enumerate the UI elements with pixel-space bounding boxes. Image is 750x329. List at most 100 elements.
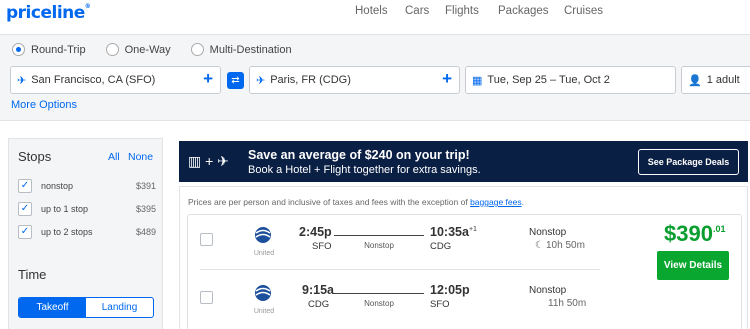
top-nav: priceline® Hotels Cars Flights Packages … [0,0,750,35]
tab-takeoff[interactable]: Takeoff [19,298,86,317]
time-title: Time [18,267,47,282]
arrive-airport: CDG [430,241,452,252]
search-panel: Round-Trip One-Way Multi-Destination ✈ S… [0,35,750,121]
time-toggle: Takeoff Landing [18,297,154,318]
select-leg-checkbox[interactable] [200,233,213,246]
stop-label: up to 2 stops [41,227,93,237]
depart-time: 2:45p [299,225,332,239]
swap-locations-button[interactable]: ⇄ [227,72,244,89]
radio-selected-icon[interactable] [12,43,25,56]
outbound-leg: United 2:45p SFO Nonstop 10:35a+1 CDG No… [188,215,603,269]
next-day-indicator: +1 [468,225,477,233]
trip-type-label: Multi-Destination [209,43,292,56]
checkbox-checked-icon[interactable]: ✓ [18,225,32,239]
add-destination-icon[interactable]: + [442,70,452,88]
flight-duration: 11h 50m [548,298,587,309]
nav-packages[interactable]: Packages [498,5,549,17]
arrive-airport: SFO [430,299,450,310]
add-origin-icon[interactable]: + [203,70,213,88]
origin-field[interactable]: ✈ San Francisco, CA (SFO) + [10,66,221,94]
person-icon: 👤 [688,74,702,87]
see-package-deals-button[interactable]: See Package Deals [638,149,739,175]
dates-value: Tue, Sep 25 – Tue, Oct 2 [487,74,610,86]
select-leg-checkbox[interactable] [200,291,213,304]
leg-divider [200,269,600,270]
trip-type-label: One-Way [124,43,171,56]
filter-panel: Stops All None ✓ nonstop $391 ✓ up to 1 … [8,138,163,329]
depart-airport: CDG [308,299,330,310]
stop-filter-1-stop[interactable]: ✓ up to 1 stop $395 [18,201,156,219]
trip-type-options: Round-Trip One-Way Multi-Destination [12,43,312,56]
price-note-period: . [521,197,524,207]
destination-value: Paris, FR (CDG) [270,74,351,86]
dates-field[interactable]: ▦ Tue, Sep 25 – Tue, Oct 2 [465,66,676,94]
more-options-link[interactable]: More Options [11,99,77,111]
trip-type-one-way[interactable]: One-Way [105,43,171,56]
airline-name: United [253,250,275,257]
nav-cruises[interactable]: Cruises [564,5,603,17]
baggage-fees-link[interactable]: baggage fees [470,197,522,207]
radio-icon[interactable] [190,43,204,56]
stop-price: $489 [135,227,156,237]
swap-icon: ⇄ [231,75,240,86]
price-note: Prices are per person and inclusive of t… [188,197,524,207]
stops-summary: Nonstop [529,227,567,238]
plane-takeoff-icon: ✈ [17,74,27,87]
stop-filter-2-stops[interactable]: ✓ up to 2 stops $489 [18,224,156,242]
stops-none-link[interactable]: None [128,151,153,163]
priceline-logo[interactable]: priceline® [6,3,91,23]
price-cents: .01 [712,224,726,234]
arrive-time: 10:35a+1 [430,225,477,239]
radio-icon[interactable] [105,43,119,56]
price-dollars: $390 [664,221,713,246]
united-logo-icon [255,227,271,243]
plane-landing-icon: ✈ [256,74,266,87]
checkbox-checked-icon[interactable]: ✓ [18,179,32,193]
view-details-button[interactable]: View Details [657,251,729,280]
price-note-text: Prices are per person and inclusive of t… [188,197,471,207]
arrive-time: 12:05p [430,283,470,297]
stop-price: $391 [135,181,156,191]
results-panel: Prices are per person and inclusive of t… [179,186,748,329]
destination-field[interactable]: ✈ Paris, FR (CDG) + [249,66,460,94]
depart-airport: SFO [312,241,332,252]
nav-hotels[interactable]: Hotels [355,5,388,17]
flight-line [334,293,424,294]
nav-cars[interactable]: Cars [405,5,429,17]
stops-summary: Nonstop [529,285,567,296]
stop-label: nonstop [41,181,74,191]
trip-type-label: Round-Trip [31,43,86,56]
airline-name: United [253,308,275,315]
travelers-field[interactable]: 👤 1 adult [681,66,750,94]
package-deal-banner: ▥ + ✈ Save an average of $240 on your tr… [179,141,748,182]
flight-stops-label: Nonstop [364,299,394,308]
flight-duration: 10h 50m [546,240,585,251]
stop-filter-nonstop[interactable]: ✓ nonstop $391 [18,178,156,196]
arrive-time-value: 10:35a [430,225,469,239]
trip-type-multi-destination[interactable]: Multi-Destination [190,43,292,56]
stops-title: Stops [18,149,52,164]
flight-line [334,235,424,236]
banner-headline: Save an average of $240 on your trip! [248,148,470,162]
depart-time: 9:15a [302,283,334,297]
stops-all-link[interactable]: All [108,151,120,163]
trip-type-round-trip[interactable]: Round-Trip [12,43,86,56]
itinerary-price: $390.01 [664,221,725,247]
checkbox-checked-icon[interactable]: ✓ [18,202,32,216]
hotel-plus-flight-icon: ▥ + ✈ [188,153,229,169]
stop-label: up to 1 stop [41,204,89,214]
stop-price: $395 [135,204,156,214]
nav-flights[interactable]: Flights [445,5,479,17]
itinerary-card: United 2:45p SFO Nonstop 10:35a+1 CDG No… [187,214,742,329]
origin-value: San Francisco, CA (SFO) [31,74,156,86]
calendar-icon: ▦ [472,74,483,87]
united-logo-icon [255,285,271,301]
flight-stops-label: Nonstop [364,241,394,250]
tab-landing[interactable]: Landing [86,298,153,317]
return-leg: United 9:15a CDG Nonstop 12:05p SFO Nons… [188,273,603,327]
banner-subline: Book a Hotel + Flight together for extra… [248,164,481,176]
logo-text: priceline [6,3,85,23]
registered-mark: ® [84,3,91,10]
travelers-value: 1 adult [706,74,740,86]
overnight-moon-icon: ☾ [535,240,544,251]
